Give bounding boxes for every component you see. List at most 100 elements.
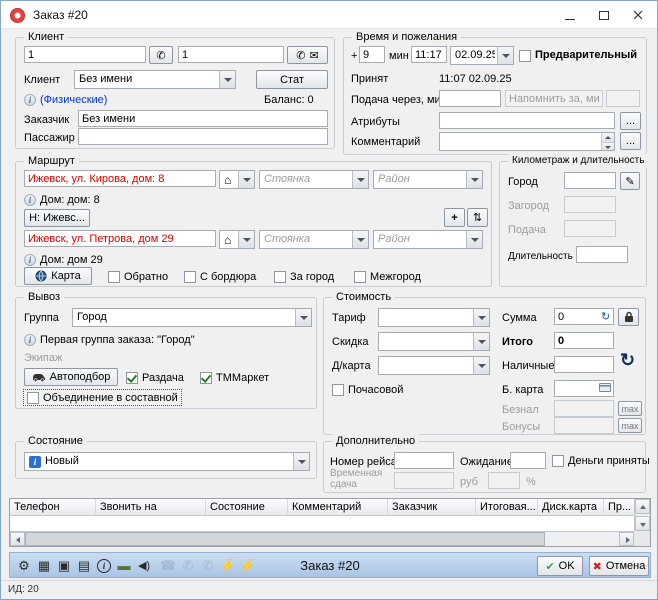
chevron-down-icon[interactable] — [352, 231, 368, 248]
add-stop-button[interactable]: + — [444, 208, 465, 227]
bank-card-icon[interactable] — [599, 383, 611, 395]
pickup-in-input[interactable] — [439, 90, 501, 107]
close-button[interactable] — [621, 1, 655, 29]
customer-input[interactable] — [78, 110, 328, 127]
curb-checkbox[interactable]: С бордюра — [184, 269, 256, 284]
comment-input[interactable] — [439, 132, 615, 151]
chevron-down-icon[interactable] — [238, 171, 254, 188]
money-accepted-checkbox[interactable]: Деньги приняты — [552, 453, 650, 468]
recalc-cash-icon[interactable]: ↻ — [620, 352, 635, 369]
date-combo[interactable]: 02.09.25 — [450, 46, 514, 65]
group-combo[interactable]: Город — [72, 308, 312, 327]
from-home-combo[interactable]: ⌂ — [219, 170, 255, 189]
chevron-down-icon[interactable] — [219, 71, 235, 88]
lock-sum-button[interactable] — [618, 308, 639, 326]
from-parking-combo[interactable]: Стоянка — [259, 170, 369, 189]
from-district-combo[interactable]: Район — [373, 170, 483, 189]
map-button[interactable]: Карта — [24, 267, 92, 285]
col-total[interactable]: Итоговая... — [476, 499, 538, 515]
calendar-icon[interactable]: ▦ — [35, 557, 53, 575]
total-input[interactable] — [554, 332, 614, 349]
tmmarket-checkbox[interactable]: ТММаркет — [200, 370, 269, 385]
recalc-sum-icon[interactable]: ↻ — [601, 309, 610, 326]
ok-button[interactable]: ✔ OK — [537, 556, 583, 576]
scroll-thumb[interactable] — [25, 532, 545, 546]
money-icon[interactable]: ▬ — [115, 557, 133, 575]
scroll-left-button[interactable] — [10, 532, 25, 546]
sound-icon[interactable]: ◀) — [135, 557, 153, 575]
city-km-input[interactable] — [564, 172, 616, 189]
scroll-up-button[interactable] — [635, 499, 650, 514]
comment-more-button[interactable]: ... — [620, 132, 641, 150]
scroll-down-button[interactable] — [635, 516, 650, 531]
stat-button[interactable]: Стат — [256, 70, 328, 89]
col-disc-card[interactable]: Диск.карта — [538, 499, 604, 515]
route-from-input[interactable] — [24, 170, 216, 187]
chevron-down-icon[interactable] — [497, 47, 513, 64]
col-comment[interactable]: Комментарий — [288, 499, 388, 515]
call-button[interactable]: ✆ — [149, 46, 173, 64]
comment-spinner[interactable] — [601, 133, 614, 150]
chevron-down-icon[interactable] — [473, 333, 489, 350]
intercity-checkbox[interactable]: Межгород — [354, 269, 421, 284]
scroll-right-button[interactable] — [619, 532, 634, 546]
discount-combo[interactable] — [378, 332, 490, 351]
call-sms-button[interactable]: ✆✉ — [287, 46, 328, 64]
return-checkbox[interactable]: Обратно — [108, 269, 168, 284]
to-parking-combo[interactable]: Стоянка — [259, 230, 369, 249]
col-customer[interactable]: Заказчик — [388, 499, 476, 515]
phone2-input[interactable] — [178, 46, 284, 63]
phone-input[interactable] — [24, 46, 146, 63]
info-icon[interactable]: i — [97, 559, 111, 573]
duration-input[interactable] — [576, 246, 628, 263]
copy-icon[interactable]: ▤ — [75, 557, 93, 575]
chevron-down-icon[interactable] — [295, 309, 311, 326]
from-point-button[interactable]: Н: Ижевс... — [24, 209, 90, 227]
hourly-checkbox[interactable]: Почасовой — [332, 382, 403, 397]
settings-icon[interactable]: ⚙ — [15, 557, 33, 575]
distribution-checkbox[interactable]: Раздача — [126, 370, 184, 385]
minimize-button[interactable] — [553, 1, 587, 29]
composite-checkbox[interactable]: Объединение в составной — [24, 390, 181, 405]
edit-km-button[interactable]: ✎ — [620, 172, 640, 190]
maximize-button[interactable] — [587, 1, 621, 29]
autoselect-button[interactable]: Автоподбор — [24, 368, 118, 386]
flight-input[interactable] — [394, 452, 454, 469]
attributes-input[interactable] — [439, 112, 615, 129]
spin-up-icon[interactable] — [602, 133, 614, 142]
chevron-down-icon[interactable] — [473, 309, 489, 326]
chevron-down-icon[interactable] — [293, 453, 309, 470]
tariff-combo[interactable] — [378, 308, 490, 327]
chevron-down-icon[interactable] — [466, 171, 482, 188]
to-district-combo[interactable]: Район — [373, 230, 483, 249]
cash-input[interactable] — [554, 356, 614, 373]
route-to-input[interactable] — [24, 230, 216, 247]
out-of-town-checkbox[interactable]: За город — [274, 269, 334, 284]
dcard-combo[interactable] — [378, 356, 490, 375]
client-combo[interactable]: Без имени — [74, 70, 236, 89]
time-input[interactable] — [411, 46, 447, 63]
col-phone[interactable]: Телефон — [10, 499, 96, 515]
spin-down-icon[interactable] — [602, 142, 614, 151]
windows-icon[interactable]: ▣ — [55, 557, 73, 575]
minutes-input[interactable] — [359, 46, 385, 63]
vertical-scrollbar[interactable] — [634, 499, 650, 531]
chevron-down-icon[interactable] — [466, 231, 482, 248]
cancel-button[interactable]: ✖ Отмена — [589, 556, 649, 576]
col-extra[interactable]: Пр... — [604, 499, 636, 515]
state-value: Новый — [45, 455, 291, 467]
col-state[interactable]: Состояние — [206, 499, 288, 515]
col-call-to[interactable]: Звонить на — [96, 499, 206, 515]
chevron-down-icon[interactable] — [238, 231, 254, 248]
to-home-combo[interactable]: ⌂ — [219, 230, 255, 249]
client-category-link[interactable]: (Физические) — [40, 92, 107, 109]
attributes-more-button[interactable]: ... — [620, 112, 641, 130]
passenger-input[interactable] — [78, 128, 328, 145]
reorder-stops-button[interactable]: ⇅ — [467, 208, 488, 227]
chevron-down-icon[interactable] — [352, 171, 368, 188]
preliminary-checkbox[interactable]: Предварительный — [519, 48, 637, 63]
chevron-down-icon[interactable] — [473, 357, 489, 374]
state-combo[interactable]: i Новый — [24, 452, 310, 471]
horizontal-scrollbar[interactable] — [10, 531, 634, 546]
waiting-input[interactable] — [510, 452, 546, 469]
